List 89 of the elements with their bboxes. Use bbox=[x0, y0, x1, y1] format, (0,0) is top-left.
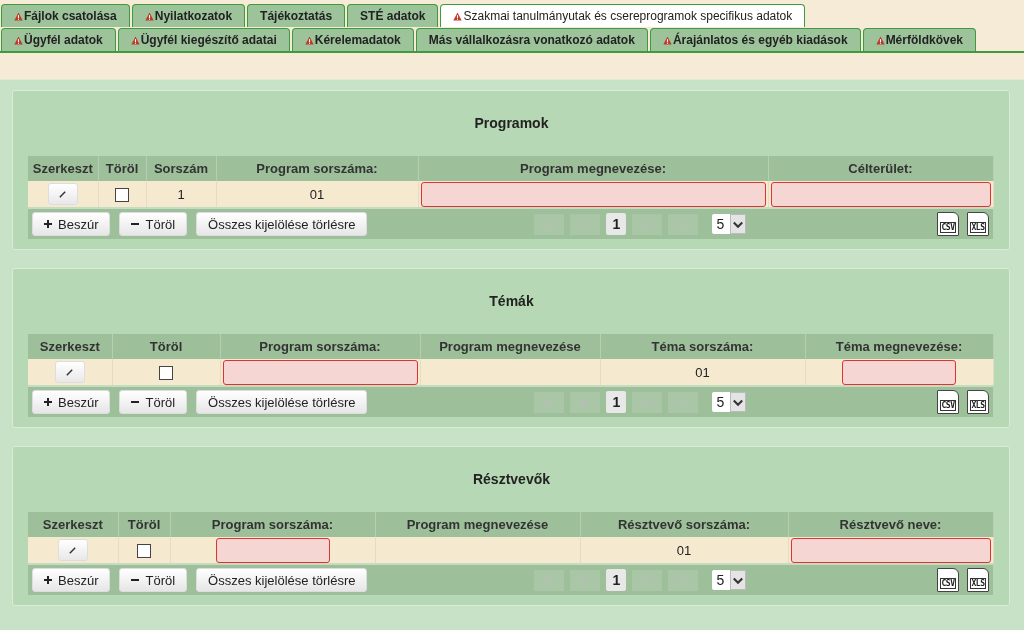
select-all-button[interactable]: Összes kijelölése törlésre bbox=[196, 390, 368, 414]
column-header: Program megnevezése bbox=[375, 512, 580, 537]
select-all-button[interactable]: Összes kijelölése törlésre bbox=[196, 212, 368, 236]
input-field[interactable] bbox=[222, 359, 418, 385]
tab[interactable]: Tájékoztatás bbox=[247, 4, 346, 27]
tab[interactable]: Kérelemadatok bbox=[291, 28, 414, 51]
caret-icon bbox=[730, 214, 747, 234]
insert-button[interactable]: Beszúr bbox=[32, 568, 111, 592]
column-header: Program sorszáma: bbox=[170, 512, 375, 537]
export-file-icon[interactable]: XLS bbox=[967, 212, 989, 236]
pencil-icon bbox=[58, 189, 68, 199]
delete-button[interactable]: Töröl bbox=[119, 212, 188, 236]
warning-icon bbox=[453, 11, 463, 21]
caret-icon bbox=[730, 392, 747, 412]
minus-icon bbox=[131, 579, 140, 581]
page-size-select[interactable]: 5 bbox=[712, 392, 747, 412]
column-header: Téma sorszáma: bbox=[600, 334, 805, 359]
minus-icon bbox=[131, 223, 140, 225]
table-cell: 01 bbox=[309, 186, 325, 202]
export-file-icon[interactable]: CSV bbox=[937, 212, 959, 236]
tab[interactable]: Szakmai tanulmányutak és csereprogramok specifikus adatok bbox=[440, 4, 806, 27]
warning-icon bbox=[144, 11, 154, 21]
current-page: 1 bbox=[606, 569, 627, 591]
insert-button[interactable]: Beszúr bbox=[32, 212, 111, 236]
tab[interactable]: STÉ adatok bbox=[347, 4, 439, 27]
current-page: 1 bbox=[606, 391, 627, 413]
section-title: Programok bbox=[473, 114, 550, 133]
checkbox[interactable] bbox=[159, 365, 173, 380]
column-header: Töröl bbox=[98, 156, 146, 181]
input-field[interactable] bbox=[215, 537, 330, 563]
insert-button[interactable]: Beszúr bbox=[32, 390, 111, 414]
pencil-icon bbox=[68, 545, 78, 555]
plus-icon bbox=[44, 398, 52, 406]
column-header: Célterület: bbox=[768, 156, 993, 181]
input-field[interactable] bbox=[790, 537, 991, 563]
column-header: Sorszám bbox=[146, 156, 216, 181]
minus-icon bbox=[131, 401, 140, 403]
table-cell: 01 bbox=[676, 542, 692, 558]
warning-icon bbox=[875, 35, 885, 45]
export-file-icon[interactable]: XLS bbox=[967, 390, 989, 414]
column-header: Program sorszáma: bbox=[216, 156, 418, 181]
warning-icon bbox=[662, 35, 672, 45]
warning-icon bbox=[304, 35, 314, 45]
tab[interactable]: Mérföldkövek bbox=[862, 28, 976, 51]
input-field[interactable] bbox=[420, 181, 766, 207]
column-header: Szerkeszt bbox=[28, 156, 98, 181]
section-title: Résztvevők bbox=[471, 470, 551, 489]
column-header: Program sorszáma: bbox=[220, 334, 420, 359]
input-field[interactable] bbox=[770, 181, 991, 207]
export-file-icon[interactable]: XLS bbox=[967, 568, 989, 592]
checkbox[interactable] bbox=[115, 187, 129, 202]
page-size-select[interactable]: 5 bbox=[712, 570, 747, 590]
pencil-icon bbox=[65, 367, 75, 377]
delete-button[interactable]: Töröl bbox=[119, 568, 188, 592]
page-size-select[interactable]: 5 bbox=[712, 214, 747, 234]
column-header: Program megnevezése: bbox=[418, 156, 768, 181]
tab[interactable]: Más vállalkozásra vonatkozó adatok bbox=[415, 28, 648, 51]
column-header: Program megnevezése bbox=[420, 334, 600, 359]
select-all-button[interactable]: Összes kijelölése törlésre bbox=[196, 568, 368, 592]
current-page: 1 bbox=[606, 213, 627, 235]
edit-button[interactable] bbox=[54, 361, 85, 383]
plus-icon bbox=[44, 576, 52, 584]
tab[interactable]: Nyilatkozatok bbox=[131, 4, 246, 27]
tab[interactable]: Árajánlatos és egyéb kiadások bbox=[649, 28, 861, 51]
export-file-icon[interactable]: CSV bbox=[937, 568, 959, 592]
table-cell: 01 bbox=[695, 364, 710, 380]
edit-button[interactable] bbox=[47, 183, 78, 205]
delete-button[interactable]: Töröl bbox=[119, 390, 188, 414]
column-header: Töröl bbox=[112, 334, 220, 359]
column-header: Résztvevő sorszáma: bbox=[580, 512, 788, 537]
tab[interactable]: Ügyfél kiegészítő adatai bbox=[117, 28, 290, 51]
input-field[interactable] bbox=[842, 359, 956, 385]
checkbox[interactable] bbox=[137, 543, 151, 558]
tab[interactable]: Ügyfél adatok bbox=[1, 28, 116, 51]
section-title: Témák bbox=[488, 292, 535, 311]
column-header: Szerkeszt bbox=[28, 512, 118, 537]
warning-icon bbox=[14, 11, 23, 21]
warning-icon bbox=[130, 35, 140, 45]
caret-icon bbox=[730, 570, 747, 590]
table-cell: 1 bbox=[177, 186, 185, 202]
column-header: Résztvevő neve: bbox=[788, 512, 993, 537]
edit-button[interactable] bbox=[57, 539, 88, 561]
warning-icon bbox=[14, 35, 23, 45]
tab[interactable]: Fájlok csatolása bbox=[1, 4, 130, 27]
column-header: Szerkeszt bbox=[28, 334, 112, 359]
column-header: Téma megnevezése: bbox=[805, 334, 993, 359]
column-header: Töröl bbox=[118, 512, 170, 537]
plus-icon bbox=[44, 220, 52, 228]
export-file-icon[interactable]: CSV bbox=[937, 390, 959, 414]
